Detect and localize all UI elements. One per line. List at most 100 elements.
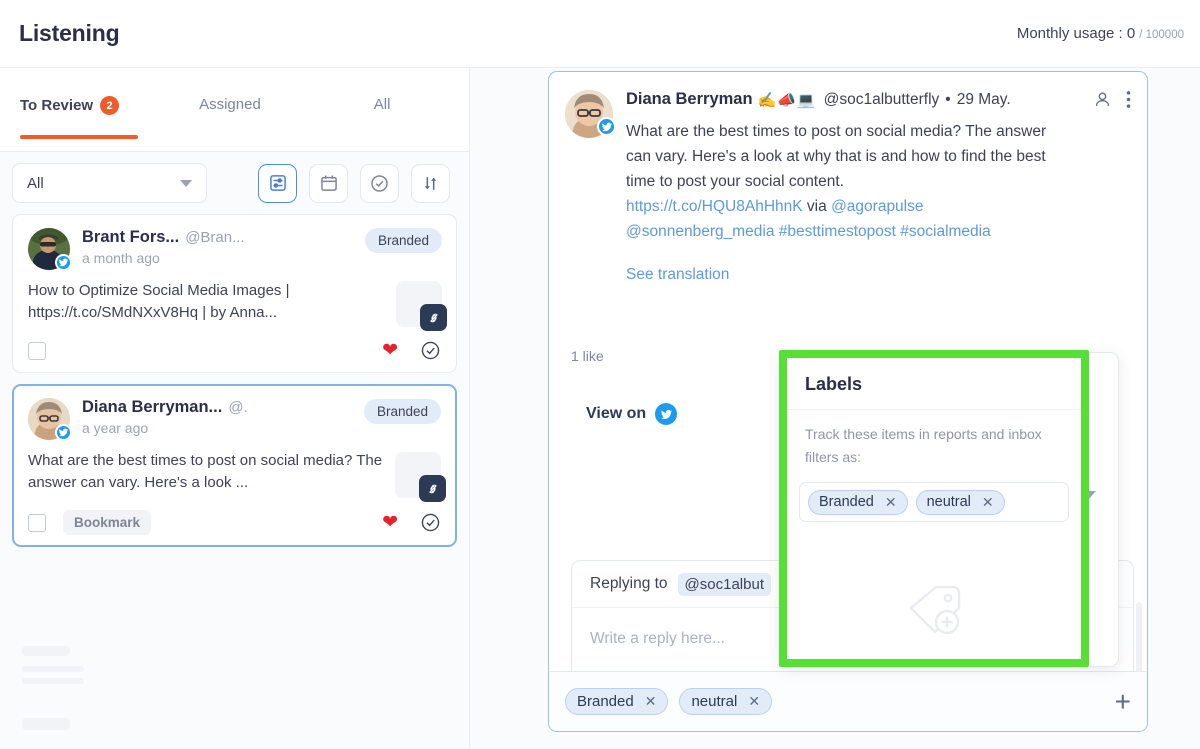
- twitter-bird-icon: [58, 428, 69, 437]
- filter-select-value: All: [27, 174, 44, 192]
- inbox-column: To Review 2 Assigned All All Branded Bra…: [0, 68, 470, 749]
- link-preview-thumb[interactable]: [395, 452, 446, 502]
- replying-to-handle: @soc1albut: [677, 572, 771, 596]
- usage-limit: / 100000: [1139, 29, 1184, 41]
- user-profile-icon[interactable]: [1093, 90, 1112, 109]
- verified-badge-icon: [55, 254, 72, 271]
- post-author-row: Diana Berryman ✍📣💻 @soc1albutterfly • 29…: [626, 90, 1131, 109]
- list-item-actions: ❤: [382, 512, 441, 533]
- list-item-text: What are the best times to post on socia…: [28, 452, 383, 491]
- chevron-down-icon: [180, 179, 192, 187]
- more-options-icon[interactable]: [1126, 90, 1131, 109]
- mark-reviewed-icon[interactable]: [420, 512, 441, 533]
- sliders-icon-button[interactable]: [258, 163, 297, 203]
- view-on-label: View on: [586, 405, 647, 422]
- label-chip-neutral[interactable]: neutral ✕: [679, 688, 773, 715]
- post-author-name: Diana Berryman: [626, 90, 753, 108]
- list-item-checkbox[interactable]: [28, 513, 46, 532]
- check-circle-icon: [371, 174, 388, 192]
- labels-bar: Branded ✕ neutral ✕ +: [549, 671, 1147, 731]
- calendar-icon: [320, 175, 337, 191]
- list-item-footer: Bookmark ❤: [28, 510, 441, 535]
- list-item[interactable]: Branded: [12, 384, 457, 547]
- post-hashtag-socialmedia[interactable]: #socialmedia: [900, 223, 990, 240]
- avatar: [28, 228, 72, 271]
- top-bar: Listening Monthly usage : 0 / 100000: [0, 0, 1200, 68]
- skeleton-placeholder: [22, 678, 84, 684]
- labels-chip-neutral[interactable]: neutral ✕: [915, 489, 1005, 515]
- labels-popup-title: Labels: [787, 358, 1081, 410]
- like-icon[interactable]: ❤: [382, 341, 398, 360]
- list-item-handle: @Bran...: [185, 229, 245, 246]
- page-title: Listening: [19, 20, 120, 46]
- mark-reviewed-icon[interactable]: [420, 340, 441, 361]
- filter-icon-buttons: [258, 163, 450, 203]
- calendar-icon-button[interactable]: [309, 163, 348, 203]
- listening-app: Listening Monthly usage : 0 / 100000 To …: [0, 0, 1200, 749]
- list-item-name: Brant Fors...: [82, 228, 180, 246]
- labels-popup: Labels Track these items in reports and …: [787, 358, 1081, 659]
- labels-popup-description: Track these items in reports and inbox f…: [805, 426, 1042, 465]
- replying-to-label: Replying to: [590, 575, 668, 592]
- post-header-actions: [1093, 90, 1131, 109]
- list-item[interactable]: Branded: [12, 214, 457, 373]
- list-item-actions: ❤: [382, 340, 441, 361]
- list-item-name: Diana Berryman...: [82, 398, 223, 416]
- verified-badge-icon: [55, 424, 72, 441]
- monthly-usage: Monthly usage : 0 / 100000: [1017, 25, 1184, 42]
- filter-row: All: [0, 152, 469, 214]
- author-emoji: ✍📣💻: [757, 91, 817, 109]
- twitter-bird-icon: [58, 258, 69, 267]
- like-icon[interactable]: ❤: [382, 513, 398, 532]
- inbox-tabs: To Review 2 Assigned All: [0, 68, 469, 152]
- labels-chip-neutral-text: neutral: [926, 494, 971, 510]
- post-hashtag-besttimestopost[interactable]: #besttimestopost: [779, 223, 896, 240]
- list-item-text: How to Optimize Social Media Images | ht…: [28, 282, 290, 321]
- tab-assigned-label: Assigned: [199, 96, 261, 113]
- list-item-handle: @.: [228, 399, 248, 416]
- sort-icon-button[interactable]: [411, 163, 450, 203]
- usage-count: Monthly usage : 0: [1016, 25, 1136, 42]
- tab-to-review[interactable]: To Review 2: [20, 96, 139, 139]
- twitter-bird-icon: [660, 409, 672, 419]
- post-date: 29 May.: [956, 90, 1011, 108]
- list-item-checkbox[interactable]: [28, 341, 46, 360]
- labels-popup-highlight: Labels Track these items in reports and …: [779, 350, 1089, 667]
- close-icon[interactable]: ✕: [885, 494, 897, 511]
- post-text-line1: What are the best times to post on socia…: [626, 123, 1047, 140]
- skeleton-placeholder: [22, 718, 70, 730]
- status-badge: Branded: [363, 399, 441, 424]
- post-mention-agorapulse[interactable]: @agorapulse: [831, 198, 923, 215]
- label-chip-neutral-text: neutral: [691, 693, 738, 710]
- avatar: [565, 90, 616, 138]
- skeleton-placeholder: [22, 646, 70, 656]
- close-icon[interactable]: ✕: [982, 494, 994, 511]
- twitter-icon: [655, 403, 678, 425]
- post-header: Diana Berryman ✍📣💻 @soc1albutterfly • 29…: [549, 72, 1147, 284]
- bookmark-button[interactable]: Bookmark: [63, 510, 152, 535]
- tag-plus-icon: [909, 585, 961, 635]
- post-mention-sonnenberg[interactable]: @sonnenberg_media: [626, 223, 774, 240]
- check-circle-icon-button[interactable]: [360, 163, 399, 203]
- close-icon[interactable]: ✕: [645, 693, 657, 710]
- empty-tag-illustration: [903, 584, 965, 641]
- tab-all[interactable]: All: [374, 96, 391, 137]
- labels-select-field[interactable]: Branded ✕ neutral ✕: [799, 482, 1069, 522]
- filter-select[interactable]: All: [12, 163, 207, 203]
- label-chip-branded[interactable]: Branded ✕: [565, 688, 669, 715]
- labels-chip-branded[interactable]: Branded ✕: [808, 489, 908, 515]
- post-via: via: [806, 198, 827, 215]
- label-chip-branded-text: Branded: [577, 693, 634, 710]
- add-label-button[interactable]: +: [1115, 687, 1131, 716]
- tab-to-review-badge: 2: [100, 96, 120, 115]
- post-link[interactable]: https://t.co/HQU8AhHhnK: [626, 198, 803, 215]
- link-preview-thumb[interactable]: [396, 281, 447, 331]
- tab-assigned[interactable]: Assigned: [199, 96, 261, 137]
- link-icon-badge: [419, 475, 446, 502]
- link-icon: [428, 484, 437, 493]
- post-text: What are the best times to post on socia…: [626, 119, 1131, 244]
- see-translation-link[interactable]: See translation: [626, 266, 729, 284]
- close-icon[interactable]: ✕: [748, 693, 760, 710]
- post-body: Diana Berryman ✍📣💻 @soc1albutterfly • 29…: [626, 90, 1131, 284]
- status-badge: Branded: [364, 228, 442, 253]
